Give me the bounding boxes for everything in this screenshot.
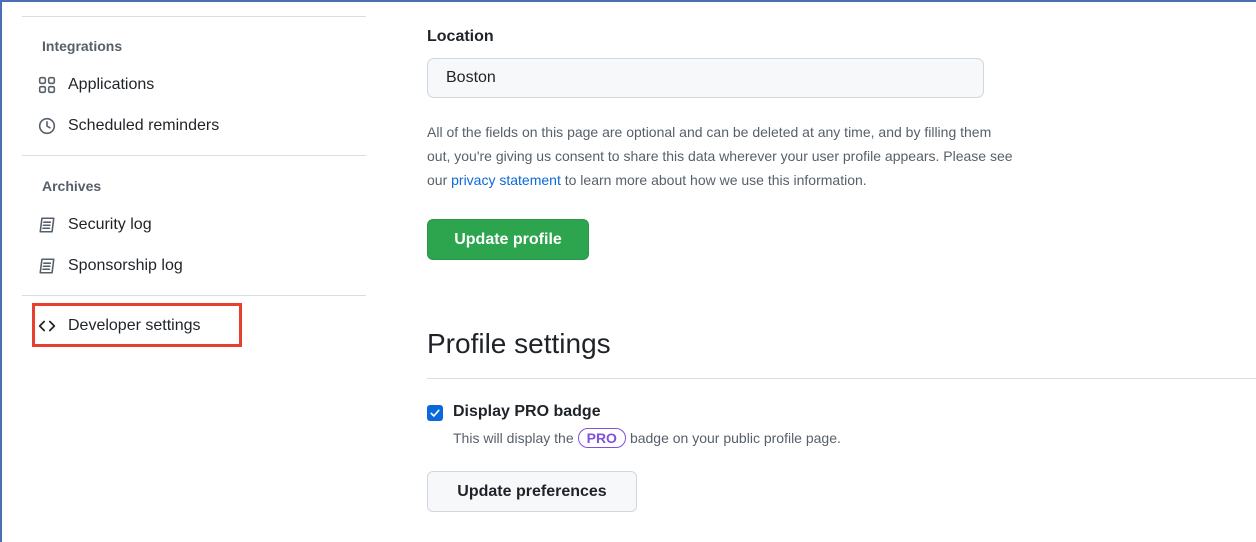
profile-settings-heading: Profile settings (427, 328, 611, 359)
update-preferences-button[interactable]: Update preferences (427, 471, 637, 512)
check-icon (430, 409, 440, 417)
sidebar-item-label: Sponsorship log (68, 257, 183, 274)
clock-icon (38, 117, 56, 135)
update-profile-button[interactable]: Update profile (427, 219, 589, 260)
sidebar-item-sponsorship-log[interactable]: Sponsorship log (38, 252, 183, 280)
location-label: Location (427, 28, 494, 45)
display-pro-badge-checkbox[interactable] (427, 405, 443, 421)
pro-note-before: This will display the (453, 430, 574, 446)
privacy-statement-link[interactable]: privacy statement (451, 172, 561, 188)
section-heading-archives: Archives (42, 178, 102, 194)
display-pro-badge-label[interactable]: Display PRO badge (453, 403, 601, 421)
profile-consent-note: All of the fields on this page are optio… (427, 120, 1017, 192)
sidebar-item-label: Security log (68, 216, 152, 233)
sidebar-item-applications[interactable]: Applications (38, 71, 154, 99)
main-content: Location All of the fields on this page … (427, 0, 1256, 542)
pro-note-after: badge on your public profile page. (629, 430, 841, 446)
settings-sidebar: Integrations Applications Scheduled remi… (22, 0, 366, 542)
sidebar-divider (22, 155, 366, 156)
sidebar-item-security-log[interactable]: Security log (38, 211, 152, 239)
section-heading-integrations: Integrations (42, 38, 123, 54)
sidebar-divider (22, 295, 366, 296)
highlight-annotation (32, 303, 242, 347)
log-icon (38, 216, 56, 234)
sidebar-divider (22, 16, 366, 17)
note-text-end: to learn more about how we use this info… (560, 172, 867, 188)
sidebar-item-label: Applications (68, 76, 155, 93)
location-input[interactable] (427, 58, 984, 98)
section-divider (427, 378, 1256, 379)
pro-badge: PRO (577, 428, 626, 448)
apps-icon (38, 76, 56, 94)
sidebar-item-label: Scheduled reminders (68, 117, 220, 134)
log-icon (38, 257, 56, 275)
sidebar-item-scheduled-reminders[interactable]: Scheduled reminders (38, 112, 219, 140)
pro-badge-note: This will display the PRO badge on your … (453, 428, 841, 448)
